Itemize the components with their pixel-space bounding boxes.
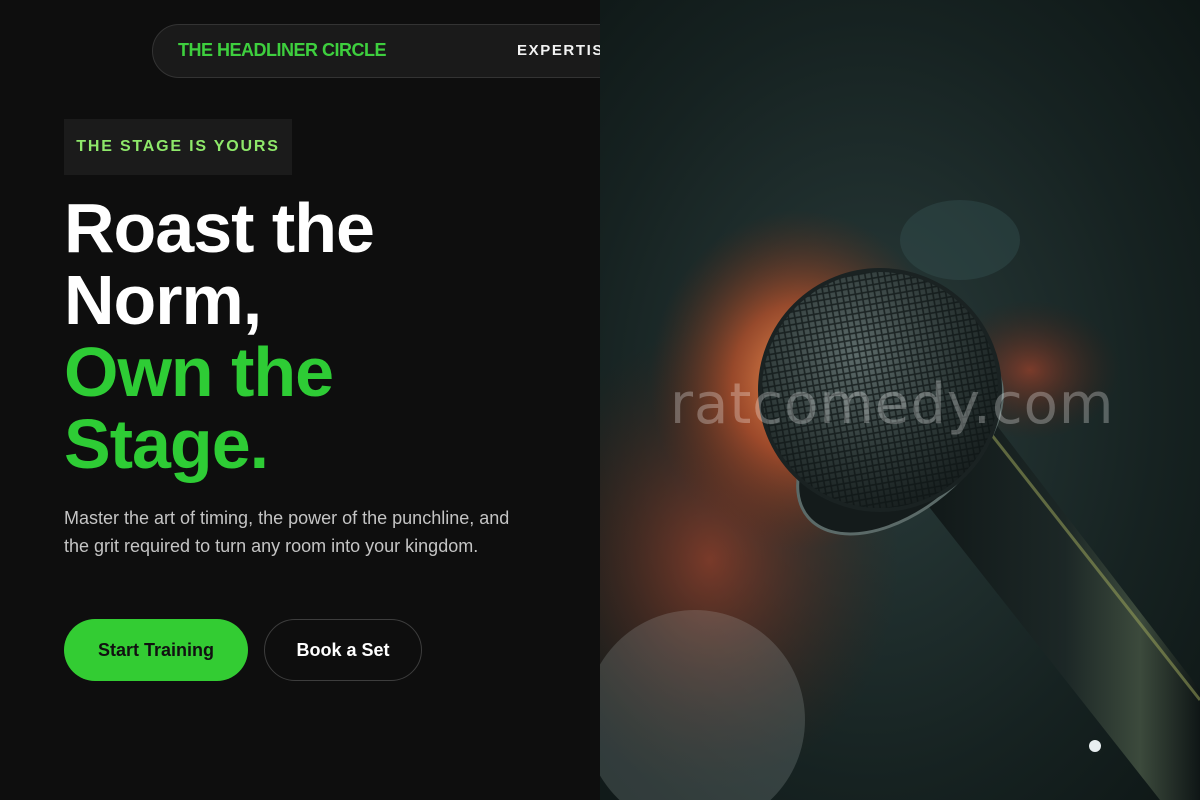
brand-logo[interactable]: THE HEADLINER CIRCLE	[178, 40, 387, 61]
microphone-photo: ratcomedy.com	[600, 0, 1200, 800]
book-a-set-button[interactable]: Book a Set	[264, 619, 422, 681]
hero-headline: Roast the Norm, Own the Stage.	[64, 192, 584, 480]
headline-line-1: Roast the	[64, 189, 375, 267]
watermark-text: ratcomedy.com	[670, 372, 1115, 437]
hero-subcopy: Master the art of timing, the power of t…	[64, 508, 510, 556]
hero-panel: THE HEADLINER CIRCLE EXPERTISE THE STAGE…	[0, 0, 712, 800]
headline-line-3: Own the	[64, 333, 334, 411]
headline-line-4: Stage.	[64, 405, 269, 483]
start-training-button[interactable]: Start Training	[64, 619, 248, 681]
headline-line-2: Norm,	[64, 261, 262, 339]
eyebrow-label: THE STAGE IS YOURS	[64, 119, 292, 175]
